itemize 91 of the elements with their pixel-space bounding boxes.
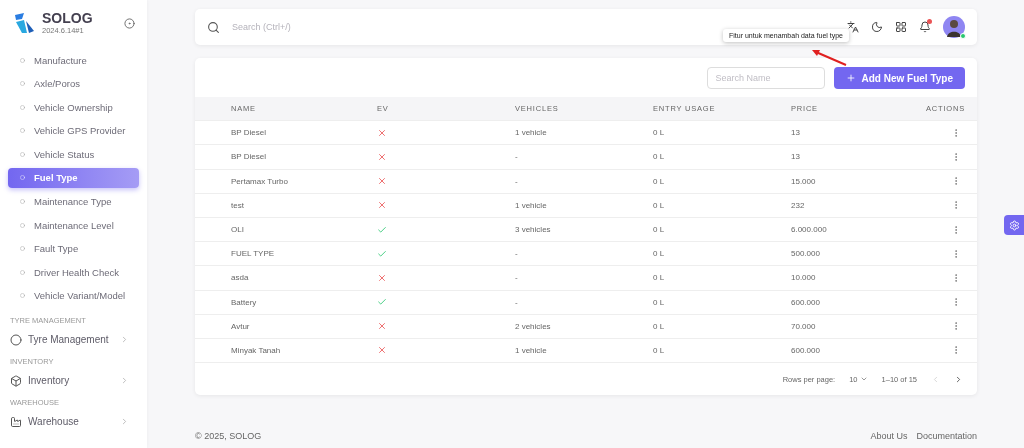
copyright: © 2025, SOLOG <box>195 431 263 441</box>
footer-link[interactable]: About Us <box>870 431 908 441</box>
cube-icon <box>10 374 22 387</box>
collapse-icon[interactable] <box>124 17 135 29</box>
table-cell-text: 10.000 <box>791 273 817 283</box>
table-cell-text: FUEL TYPE <box>231 249 276 259</box>
footer-link[interactable]: Documentation <box>916 431 977 441</box>
sidebar-item[interactable]: Vehicle Variant/Model <box>8 285 139 306</box>
table-cell-text: OLI <box>231 225 245 235</box>
bullet-icon <box>20 246 25 252</box>
table-cell-text: 500.000 <box>791 249 821 259</box>
table-cell-text: 0 L <box>653 345 666 355</box>
sidebar-item[interactable]: Vehicle GPS Provider <box>8 120 139 141</box>
sidebar-group[interactable]: Warehouse <box>8 410 139 433</box>
table-cell-text: Minyak Tanah <box>231 345 282 355</box>
next-icon[interactable] <box>954 374 963 384</box>
bullet-icon <box>20 104 25 110</box>
search-icon <box>207 20 220 34</box>
chevron-icon <box>120 335 129 345</box>
table-cell-text: asda <box>231 273 250 283</box>
logo-icon <box>12 11 36 35</box>
table-cell-text: 600.000 <box>791 297 821 307</box>
translate-icon[interactable] <box>847 21 859 33</box>
sidebar-group[interactable]: Tyre Management <box>8 328 139 351</box>
table-cell-text: 1 vehicle <box>515 200 548 210</box>
table-cell-text: 0 L <box>653 273 666 283</box>
table-cell-text: 0 L <box>653 128 666 138</box>
sidebar-item[interactable]: Maintenance Type <box>8 191 139 212</box>
table-cell-text: 6.000.000 <box>791 225 828 235</box>
sidebar-group[interactable]: Inventory <box>8 369 139 392</box>
sidebar-item[interactable]: Vehicle Status <box>8 144 139 165</box>
notification-dot <box>927 19 932 24</box>
bullet-icon <box>20 269 25 275</box>
moon-icon[interactable] <box>871 21 883 33</box>
bullet-icon <box>20 199 25 205</box>
sidebar-item[interactable]: Manufacture <box>8 50 139 70</box>
arrow-drawing <box>810 47 848 67</box>
table-cell-text: 0 L <box>653 152 666 162</box>
table-cell-text: 232 <box>791 200 806 210</box>
table-cell-text: BP Diesel <box>231 152 267 162</box>
table-cell-text: - <box>515 176 519 186</box>
table-cell-text: 1 vehicle <box>515 128 548 138</box>
table-cell-text: BP Diesel <box>231 128 267 138</box>
table-cell-text: 13 <box>791 128 801 138</box>
table-cell-text: 70.000 <box>791 321 817 331</box>
grid-icon[interactable] <box>895 21 907 33</box>
bullet-icon <box>20 81 25 87</box>
table-cell-text: 0 L <box>653 176 666 186</box>
table-cell-text: 15.000 <box>791 176 817 186</box>
factory-icon <box>10 415 22 428</box>
previous-icon[interactable] <box>931 374 940 384</box>
table-cell-text: Battery <box>231 297 258 307</box>
table-cell-text: 0 L <box>653 200 666 210</box>
sidebar-item[interactable]: Fault Type <box>8 238 139 259</box>
table-cell-text: 1 vehicle <box>515 345 548 355</box>
table-cell-text: 13 <box>791 152 801 162</box>
table-cell-text: Avtur <box>231 321 251 331</box>
add-button[interactable]: Add New Fuel Type <box>833 67 965 89</box>
brand-name: SOLOG <box>42 11 94 26</box>
bell-icon[interactable] <box>919 21 931 33</box>
gear-icon <box>1008 219 1020 231</box>
table-cell-text: 3 vehicles <box>515 225 552 235</box>
sidebar-item[interactable]: Maintenance Level <box>8 215 139 236</box>
settings-button[interactable] <box>1004 215 1024 235</box>
chevron-icon <box>120 376 129 386</box>
table-cell-text: Pertamax Turbo <box>231 176 289 186</box>
table-cell-text: 0 L <box>653 321 666 331</box>
sidebar-item[interactable]: Fuel Type <box>8 167 139 188</box>
avatar[interactable] <box>943 16 965 38</box>
sidebar-item[interactable]: Vehicle Ownership <box>8 97 139 118</box>
table-cell-text: - <box>515 152 519 162</box>
table-cell-text: - <box>515 249 519 259</box>
bullet-icon <box>20 222 25 228</box>
bullet-icon <box>20 175 25 181</box>
table-cell-text: 0 L <box>653 249 666 259</box>
sidebar-item[interactable]: Axle/Poros <box>8 73 139 94</box>
sidebar-item[interactable]: Driver Health Check <box>8 262 139 283</box>
bullet-icon <box>20 57 25 63</box>
table-cell-text: 2 vehicles <box>515 321 552 331</box>
table-cell-text: 600.000 <box>791 345 821 355</box>
table-cell-text: - <box>515 297 519 307</box>
table-cell-text: test <box>231 200 245 210</box>
table-cell-text: - <box>515 273 519 283</box>
chevron-icon <box>120 417 129 427</box>
bullet-icon <box>20 293 25 299</box>
bullet-icon <box>20 128 25 134</box>
circle-icon <box>10 333 22 346</box>
table-cell-text: 0 L <box>653 297 666 307</box>
bullet-icon <box>20 151 25 157</box>
table-cell-text: 0 L <box>653 225 666 235</box>
plus-icon <box>845 73 856 83</box>
